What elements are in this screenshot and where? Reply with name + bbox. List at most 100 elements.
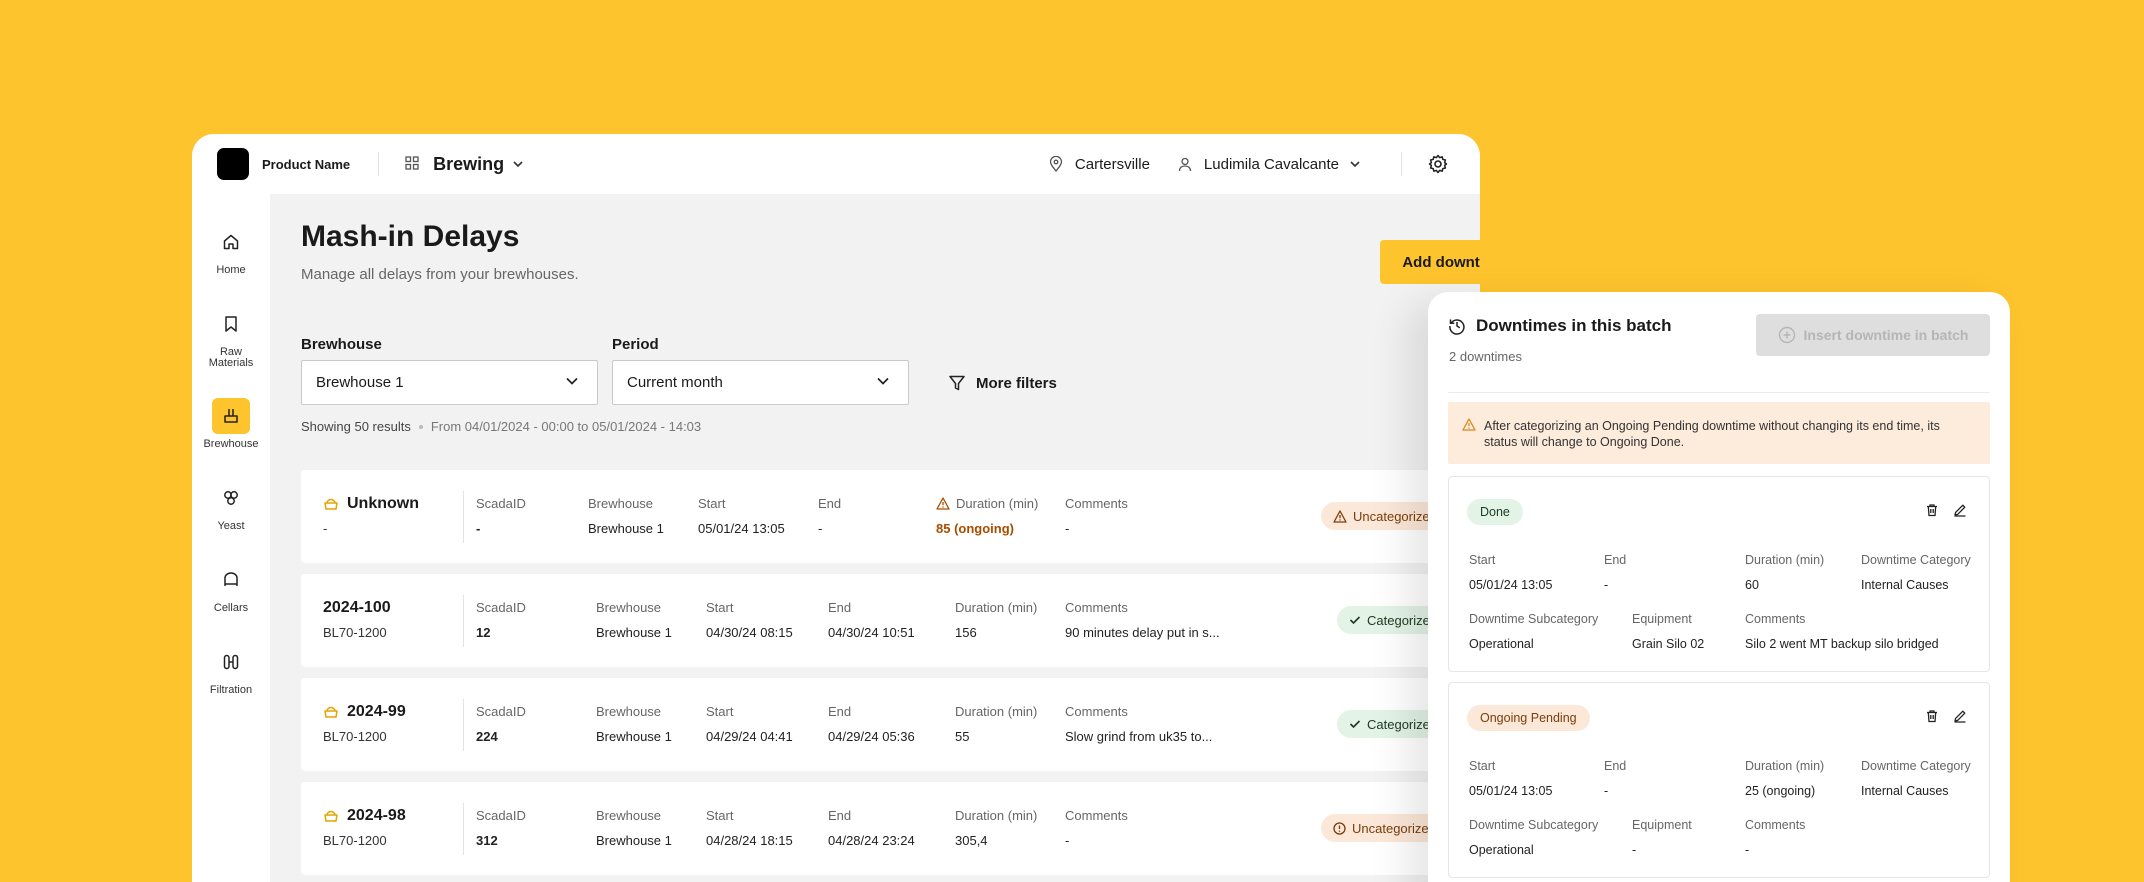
table-row[interactable]: 2024-99 BL70-1200 ScadaID 224 Brewhouse Br…: [301, 678, 1451, 771]
topbar-divider: [378, 152, 380, 176]
yeast-icon: [212, 480, 250, 516]
trash-icon[interactable]: [1925, 709, 1939, 728]
row-divider: [463, 491, 464, 543]
trash-icon[interactable]: [1925, 503, 1939, 522]
product-logo[interactable]: [217, 148, 249, 180]
sidebar-item-label: Brewhouse: [203, 438, 259, 450]
separator-dot: [418, 424, 423, 429]
more-filters-label: More filters: [976, 374, 1057, 392]
table-row[interactable]: 2024-98 BL70-1200 ScadaID 312 Brewhouse Br…: [301, 782, 1451, 875]
comments-value: -: [1065, 521, 1070, 536]
subcategory-label: Downtime Subcategory: [1469, 818, 1599, 832]
page-subtitle: Manage all delays from your brewhouses.: [301, 266, 579, 283]
end-label: End: [1604, 759, 1627, 773]
chevron-down-icon: [877, 377, 889, 385]
side-nav: Home Raw Materials Brewhouse Yeast Cella…: [192, 194, 270, 882]
comments-label: Comments: [1745, 818, 1806, 832]
sidebar-item-label: Cellars: [213, 602, 249, 614]
results-summary: Showing 50 results From 04/01/2024 - 00:…: [301, 419, 701, 434]
sidebar-item-cellars[interactable]: Cellars: [192, 562, 270, 614]
duration-value: 85 (ongoing): [936, 521, 1014, 536]
grid-icon[interactable]: [405, 156, 421, 172]
duration-value: 55: [955, 729, 970, 744]
duration-label: Duration (min): [1745, 553, 1825, 567]
comments-value: -: [1065, 833, 1070, 848]
user-menu[interactable]: Ludimila Cavalcante: [1178, 156, 1373, 173]
brewhouse-select-value: Brewhouse 1: [316, 374, 404, 391]
sidebar-item-yeast[interactable]: Yeast: [192, 480, 270, 532]
edit-icon[interactable]: [1953, 709, 1967, 728]
scada-value: 224: [476, 729, 498, 744]
main-content: Mash-in Delays Manage all delays from yo…: [270, 194, 1480, 882]
sidebar-item-filtration[interactable]: Filtration: [192, 644, 270, 696]
batch-sub: BL70-1200: [323, 833, 387, 848]
equipment-label: Equipment: [1632, 612, 1692, 626]
panel-title: Downtimes in this batch: [1448, 316, 1672, 336]
equipment-value: -: [1632, 843, 1637, 857]
start-value: 05/01/24 13:05: [1469, 578, 1553, 592]
end-value: 04/28/24 23:24: [828, 833, 915, 848]
chevron-down-icon[interactable]: [512, 160, 524, 168]
filter-icon: [949, 375, 965, 391]
location-selector[interactable]: Cartersville: [1049, 156, 1150, 173]
start-label: Start: [706, 704, 734, 719]
user-icon: [1178, 157, 1192, 171]
start-value: 04/30/24 08:15: [706, 625, 793, 640]
module-selector[interactable]: Brewing: [433, 154, 504, 175]
brewhouse-label: Brewhouse: [596, 600, 662, 615]
sidebar-item-raw-materials[interactable]: Raw Materials: [192, 306, 270, 369]
results-count: Showing 50 results: [301, 419, 411, 434]
batch-id-text: 2024-99: [347, 703, 406, 720]
comments-label: Comments: [1065, 704, 1128, 719]
more-filters-button[interactable]: More filters: [948, 374, 1057, 392]
brewhouse-value: Brewhouse 1: [588, 521, 664, 536]
duration-label: Duration (min): [955, 808, 1038, 823]
warning-icon: [936, 497, 950, 510]
duration-label: Duration (min): [936, 496, 1038, 511]
start-value: 05/01/24 13:05: [698, 521, 785, 536]
edit-icon[interactable]: [1953, 503, 1967, 522]
brewhouse-label: Brewhouse: [588, 496, 654, 511]
comments-label: Comments: [1065, 496, 1128, 511]
row-divider: [463, 595, 464, 647]
brewhouse-icon: [212, 398, 250, 434]
background-stage: Product Name Brewing Cartersville Ludimi…: [0, 0, 2144, 882]
history-icon: [1449, 319, 1465, 335]
batch-id-text: 2024-98: [347, 807, 406, 824]
sidebar-item-brewhouse[interactable]: Brewhouse: [192, 398, 270, 450]
start-value: 05/01/24 13:05: [1469, 784, 1553, 798]
downtimes-panel: Downtimes in this batch 2 downtimes Inse…: [1428, 292, 2010, 882]
top-bar: Product Name Brewing Cartersville Ludimi…: [192, 134, 1480, 194]
check-icon: [1349, 616, 1361, 625]
scada-label: ScadaID: [476, 704, 526, 719]
home-icon: [212, 224, 250, 260]
sidebar-item-home[interactable]: Home: [192, 224, 270, 276]
check-icon: [1349, 720, 1361, 729]
plus-circle-icon: [1778, 326, 1795, 344]
comments-value: 90 minutes delay put in s...: [1065, 625, 1220, 640]
alert-circle-icon: [1333, 821, 1346, 835]
start-label: Start: [706, 600, 734, 615]
location-pin-icon: [1049, 156, 1063, 172]
user-name: Ludimila Cavalcante: [1203, 155, 1339, 173]
insert-downtime-button[interactable]: Insert downtime in batch: [1756, 314, 1990, 356]
period-select[interactable]: Current month: [612, 360, 909, 405]
table-row[interactable]: 2024-100 BL70-1200 ScadaID 12 Brewhouse Br…: [301, 574, 1451, 667]
panel-subtitle: 2 downtimes: [1449, 349, 1522, 364]
results-range: From 04/01/2024 - 00:00 to 05/01/2024 - …: [430, 419, 702, 434]
duration-value: 60: [1745, 578, 1759, 592]
table-row[interactable]: Unknown - ScadaID - Brewhouse Brewhouse 1 …: [301, 470, 1451, 563]
chevron-down-icon: [1350, 161, 1360, 168]
brewhouse-select[interactable]: Brewhouse 1: [301, 360, 598, 405]
end-label: End: [818, 496, 842, 511]
start-label: Start: [706, 808, 734, 823]
comments-label: Comments: [1745, 612, 1806, 626]
comments-value: Slow grind from uk35 to...: [1065, 729, 1213, 744]
add-downtime-button[interactable]: Add downtime: [1380, 240, 1480, 284]
comments-label: Comments: [1065, 808, 1128, 823]
scada-label: ScadaID: [476, 600, 526, 615]
start-label: Start: [1469, 553, 1496, 567]
duration-value: 25 (ongoing): [1745, 784, 1816, 798]
bookmark-icon: [212, 306, 250, 342]
gear-icon[interactable]: [1428, 154, 1448, 174]
